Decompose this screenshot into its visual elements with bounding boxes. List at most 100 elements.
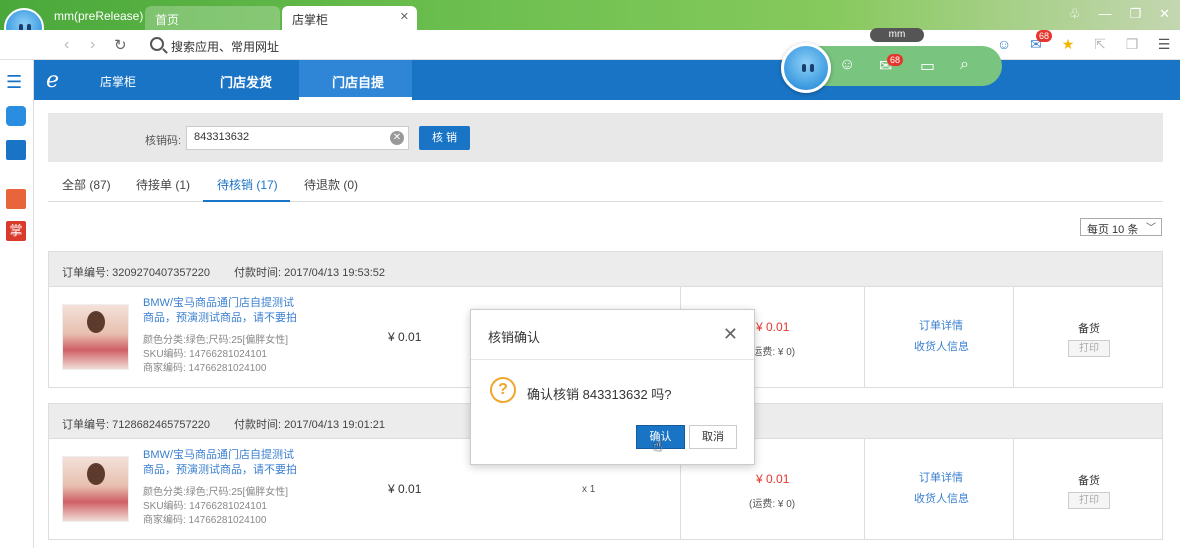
product-sku: SKU编码: 14766281024101 xyxy=(143,501,267,512)
list-icon[interactable]: ☰ xyxy=(6,72,26,92)
divider xyxy=(1013,287,1014,387)
pay-time: 付款时间: 2017/04/13 19:01:21 xyxy=(234,419,386,431)
tab-dianzhanggui-label: 店掌柜 xyxy=(292,13,329,27)
app-name: mm(preRelease) xyxy=(54,9,144,23)
message-badge: 68 xyxy=(887,54,904,66)
order-number: 订单编号: 7128682465757220 xyxy=(62,419,210,431)
freight: (运费: ¥ 0) xyxy=(749,499,796,510)
product-image[interactable] xyxy=(62,456,129,522)
divider xyxy=(864,439,865,539)
verify-code-input[interactable]: 843313632 ✕ xyxy=(186,126,409,150)
zhang-icon[interactable]: 掌 xyxy=(6,221,26,241)
pill-eye-right xyxy=(810,64,814,72)
tab-dianzhanggui[interactable]: 店掌柜 ✕ xyxy=(282,6,417,30)
product-title[interactable]: BMW/宝马商品通门店自提测试商品，预演测试商品，请不要拍 xyxy=(143,448,303,478)
pill-eye-left xyxy=(802,64,806,72)
print-button[interactable]: 打印 xyxy=(1068,492,1110,509)
filter-panel: 核销码: 843313632 ✕ 核 销 xyxy=(48,113,1163,162)
order-detail-link[interactable]: 订单详情 xyxy=(919,469,963,485)
left-sidebar: ☰ 掌 xyxy=(0,60,34,548)
product-attr: 颜色分类:绿色;尺码:25[偏胖女性] xyxy=(143,335,289,346)
page-size-select[interactable]: 每页 10 条 ﹀ xyxy=(1080,218,1162,236)
tab-pending-refund[interactable]: 待退款 (0) xyxy=(304,176,358,193)
unit-price: ¥ 0.01 xyxy=(388,482,422,496)
order-status: 备货 xyxy=(1078,323,1100,335)
share-icon[interactable]: ⇱ xyxy=(1090,36,1110,54)
nav-store-delivery[interactable]: 门店发货 xyxy=(220,72,272,91)
briefcase-icon[interactable] xyxy=(6,189,26,209)
close-window-icon[interactable]: ✕ xyxy=(1159,6,1170,22)
tab-pending-verify[interactable]: 待核销 (17) xyxy=(217,176,278,193)
clear-input-icon[interactable]: ✕ xyxy=(390,131,404,145)
verify-code-label: 核销码: xyxy=(145,135,182,147)
pill-search-icon[interactable]: ⌕ xyxy=(960,56,969,74)
receiver-info-link[interactable]: 收货人信息 xyxy=(914,338,969,354)
tab-home[interactable]: 首页 xyxy=(145,6,280,30)
freight: (运费: ¥ 0) xyxy=(749,347,796,358)
verify-button[interactable]: 核 销 xyxy=(419,126,470,150)
receiver-info-link[interactable]: 收货人信息 xyxy=(914,490,969,506)
nav-store-pickup[interactable]: 门店自提 xyxy=(332,72,384,91)
logo-text: 店掌柜 xyxy=(100,75,137,89)
print-button[interactable]: 打印 xyxy=(1068,340,1110,357)
cancel-button[interactable]: 取消 xyxy=(689,425,737,449)
mail-icon[interactable]: ✉ 68 xyxy=(1026,30,1052,54)
browser-title-bar: mm(preRelease) 首页 店掌柜 ✕ ♧ — ❐ ✕ xyxy=(0,0,1180,30)
unit-price: ¥ 0.01 xyxy=(388,330,422,344)
product-attr: 颜色分类:绿色;尺码:25[偏胖女性] xyxy=(143,487,289,498)
order-detail-link[interactable]: 订单详情 xyxy=(919,317,963,333)
order-number: 订单编号: 3209270407357220 xyxy=(62,267,210,279)
tab-close-icon[interactable]: ✕ xyxy=(400,10,409,23)
order-amount: ¥ 0.01 xyxy=(756,472,790,486)
window-controls: ♧ — ❐ ✕ xyxy=(1069,6,1170,22)
pin-icon[interactable]: ★ xyxy=(1058,36,1078,54)
chevron-down-icon: ﹀ xyxy=(1146,223,1156,234)
skin-icon[interactable]: ♧ xyxy=(1069,6,1081,22)
address-input[interactable]: 搜索应用、常用网址 xyxy=(171,38,279,55)
close-icon[interactable]: ✕ xyxy=(723,324,738,345)
order-header: 订单编号: 3209270407357220 付款时间: 2017/04/13 … xyxy=(49,252,1162,287)
chat-icon[interactable]: ☺ xyxy=(839,56,855,74)
product-title[interactable]: BMW/宝马商品通门店自提测试商品，预演测试商品，请不要拍 xyxy=(143,296,303,326)
verify-code-value: 843313632 xyxy=(194,131,250,143)
verify-confirm-dialog: 核销确认 ✕ ? 确认核销 843313632 吗? 确认 取消 xyxy=(470,309,755,465)
refresh-icon[interactable]: ↻ xyxy=(114,36,127,54)
tab-pending-accept[interactable]: 待接单 (1) xyxy=(136,176,190,193)
tab-all[interactable]: 全部 (87) xyxy=(62,176,111,193)
divider xyxy=(864,287,865,387)
pay-time: 付款时间: 2017/04/13 19:53:52 xyxy=(234,267,386,279)
forward-icon[interactable]: › xyxy=(90,36,95,54)
product-merchant-code: 商家编码: 14766281024100 xyxy=(143,363,267,374)
window-pill-icon[interactable]: ▭ xyxy=(920,56,935,76)
divider xyxy=(1013,439,1014,539)
mm-icon[interactable]: ☺ xyxy=(994,36,1014,54)
menu-icon[interactable]: ☰ xyxy=(1154,36,1174,54)
back-icon[interactable]: ‹ xyxy=(64,36,69,54)
order-amount: ¥ 0.01 xyxy=(756,320,790,334)
dialog-message: 确认核销 843313632 吗? xyxy=(527,387,672,402)
tab-home-label: 首页 xyxy=(155,13,180,27)
dialog-header: 核销确认 ✕ xyxy=(471,310,754,360)
hand-cursor-icon: ☝ xyxy=(653,438,663,455)
window-icon[interactable]: ❐ xyxy=(1122,36,1142,54)
app-header: e 店掌柜 门店发货 门店自提 xyxy=(34,60,1180,100)
order-status: 备货 xyxy=(1078,475,1100,487)
toolbar-right: ☺ ✉ 68 ★ ⇱ ❐ ☰ xyxy=(994,30,1174,54)
product-image[interactable] xyxy=(62,304,129,370)
product-sku: SKU编码: 14766281024101 xyxy=(143,349,267,360)
dialog-title: 核销确认 xyxy=(488,330,541,345)
active-tab-underline xyxy=(203,200,290,202)
mm-label: mm xyxy=(870,28,924,42)
quantity: x 1 xyxy=(582,484,596,495)
floating-avatar[interactable] xyxy=(781,43,831,93)
id-card-icon[interactable] xyxy=(6,140,26,160)
minimize-icon[interactable]: — xyxy=(1098,6,1111,22)
address-bar: ‹ › ↻ 搜索应用、常用网址 ☺ ✉ 68 ★ ⇱ ❐ ☰ xyxy=(0,30,1180,60)
shopping-bag-icon[interactable] xyxy=(6,106,26,126)
restore-icon[interactable]: ❐ xyxy=(1129,6,1141,22)
search-icon xyxy=(150,37,164,51)
mail-badge: 68 xyxy=(1035,30,1052,42)
order-tabs: 全部 (87) 待接单 (1) 待核销 (17) 待退款 (0) xyxy=(48,166,1163,202)
question-icon: ? xyxy=(490,377,516,403)
page-size-value: 每页 10 条 xyxy=(1087,224,1139,236)
